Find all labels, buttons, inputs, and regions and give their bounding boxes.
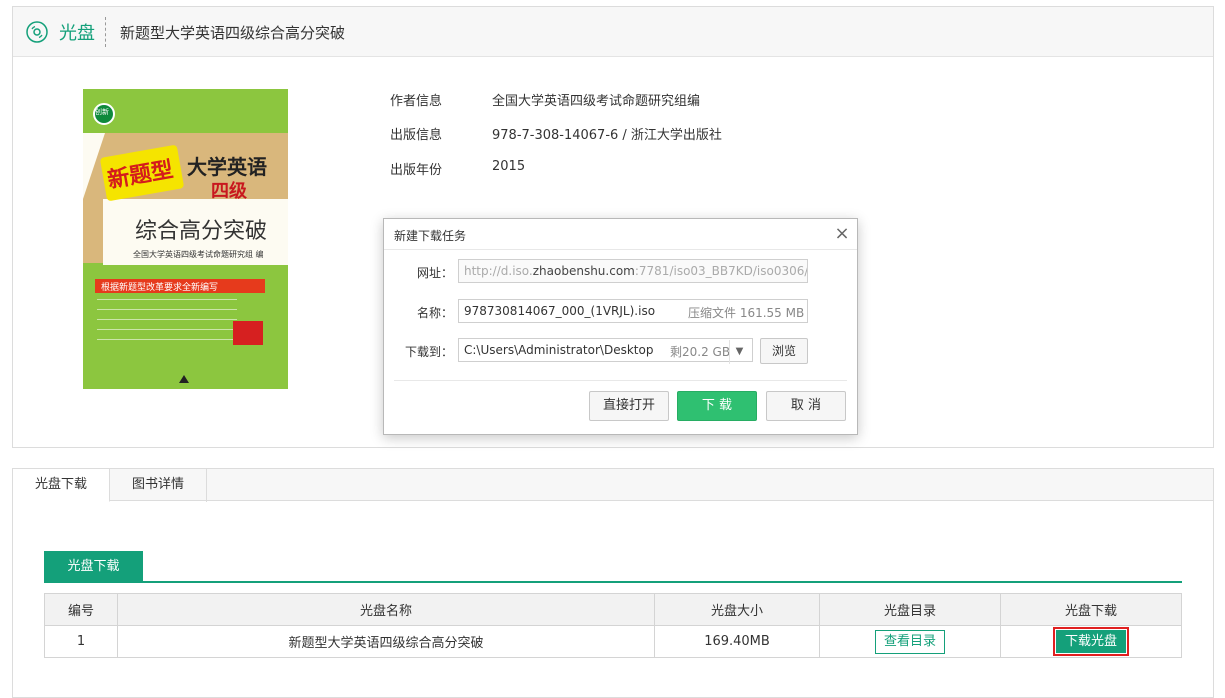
author-value: 全国大学英语四级考试命题研究组编: [492, 94, 701, 109]
download-button[interactable]: 下 载: [677, 391, 757, 421]
section-label: 光盘: [59, 23, 95, 44]
publication-label: 出版信息: [390, 128, 443, 143]
save-path-value: C:\Users\Administrator\Desktop: [464, 343, 654, 357]
book-cover-image: 创新 新题型 大学英语 四级 综合高分突破 全国大学英语四级考试命题研究组 编 …: [83, 89, 288, 389]
url-suffix: :7781/iso03_BB7KD/iso0306/9: [634, 264, 808, 278]
tabs-panel: 光盘下载 图书详情 光盘下载 编号 光盘名称 光盘大小 光盘目录 光盘下载 1 …: [12, 468, 1214, 698]
chevron-down-icon[interactable]: ▼: [729, 340, 749, 364]
url-prefix: http://d.iso.: [464, 264, 533, 278]
publisher-mark-icon: [179, 375, 189, 383]
year-value: 2015: [492, 159, 526, 174]
open-directly-button[interactable]: 直接打开: [589, 391, 669, 421]
save-path-label: 下载到：: [405, 345, 454, 359]
disc-size: 169.40MB: [654, 625, 820, 658]
cover-badge: 创新: [95, 108, 109, 116]
close-icon[interactable]: ×: [833, 225, 851, 243]
table-header-row: 编号 光盘名称 光盘大小 光盘目录 光盘下载: [44, 593, 1182, 626]
column-header: 光盘下载: [1000, 593, 1182, 626]
panel-header: 光盘 新题型大学英语四级综合高分突破: [13, 7, 1213, 57]
url-domain: zhaobenshu.com: [532, 264, 635, 278]
new-download-dialog: 新建下载任务 × 网址： http://d.iso.zhaobenshu.com…: [383, 218, 858, 435]
section-title: 光盘下载: [44, 551, 143, 582]
cover-author-line: 全国大学英语四级考试命题研究组 编: [133, 250, 264, 259]
table-row: 1 新题型大学英语四级综合高分突破 169.40MB 查看目录 下载光盘: [44, 625, 1182, 658]
column-header: 光盘名称: [117, 593, 655, 626]
tab-disc-download[interactable]: 光盘下载: [13, 469, 110, 502]
view-catalog-button[interactable]: 查看目录: [875, 629, 945, 654]
url-field[interactable]: http://d.iso.zhaobenshu.com:7781/iso03_B…: [458, 259, 808, 283]
author-label: 作者信息: [390, 94, 443, 109]
dialog-title: 新建下载任务: [394, 229, 467, 243]
free-space-hint: 剩20.2 GB: [670, 345, 731, 359]
section-underline: [44, 581, 1182, 583]
url-label: 网址：: [417, 266, 454, 280]
disc-name: 新题型大学英语四级综合高分突破: [117, 625, 655, 658]
column-header: 光盘大小: [654, 593, 820, 626]
column-header: 编号: [44, 593, 118, 626]
tab-bar: 光盘下载 图书详情: [13, 469, 1213, 502]
gift-icon: [233, 321, 263, 345]
cover-red-text: 根据新题型改革要求全新编写: [101, 283, 219, 293]
cancel-button[interactable]: 取 消: [766, 391, 846, 421]
tab-book-details[interactable]: 图书详情: [110, 469, 207, 502]
publication-value: 978-7-308-14067-6 / 浙江大学出版社: [492, 128, 722, 143]
header-divider: [105, 17, 106, 47]
filename-value: 978730814067_000_(1VRJL).iso: [464, 304, 656, 318]
catalog-cell: 查看目录: [819, 625, 1001, 658]
column-header: 光盘目录: [819, 593, 1001, 626]
highlight-box: 下载光盘: [1053, 627, 1129, 656]
row-number: 1: [44, 625, 118, 658]
download-cell: 下载光盘: [1000, 625, 1182, 658]
year-label: 出版年份: [390, 163, 443, 178]
page-title: 新题型大学英语四级综合高分突破: [120, 24, 346, 42]
download-disc-button[interactable]: 下载光盘: [1056, 630, 1126, 653]
cover-title-1: 大学英语: [187, 155, 267, 179]
browse-button[interactable]: 浏览: [760, 338, 808, 364]
divider: [384, 249, 857, 250]
disc-icon: [26, 21, 48, 43]
divider: [394, 380, 847, 381]
cover-title-3: 综合高分突破: [135, 219, 268, 244]
file-size-hint: 压缩文件 161.55 MB: [688, 306, 805, 320]
disc-table: 编号 光盘名称 光盘大小 光盘目录 光盘下载 1 新题型大学英语四级综合高分突破…: [44, 593, 1182, 658]
cover-text-lines: [97, 299, 237, 341]
cover-title-2: 四级: [211, 181, 247, 202]
name-label: 名称：: [417, 306, 454, 320]
